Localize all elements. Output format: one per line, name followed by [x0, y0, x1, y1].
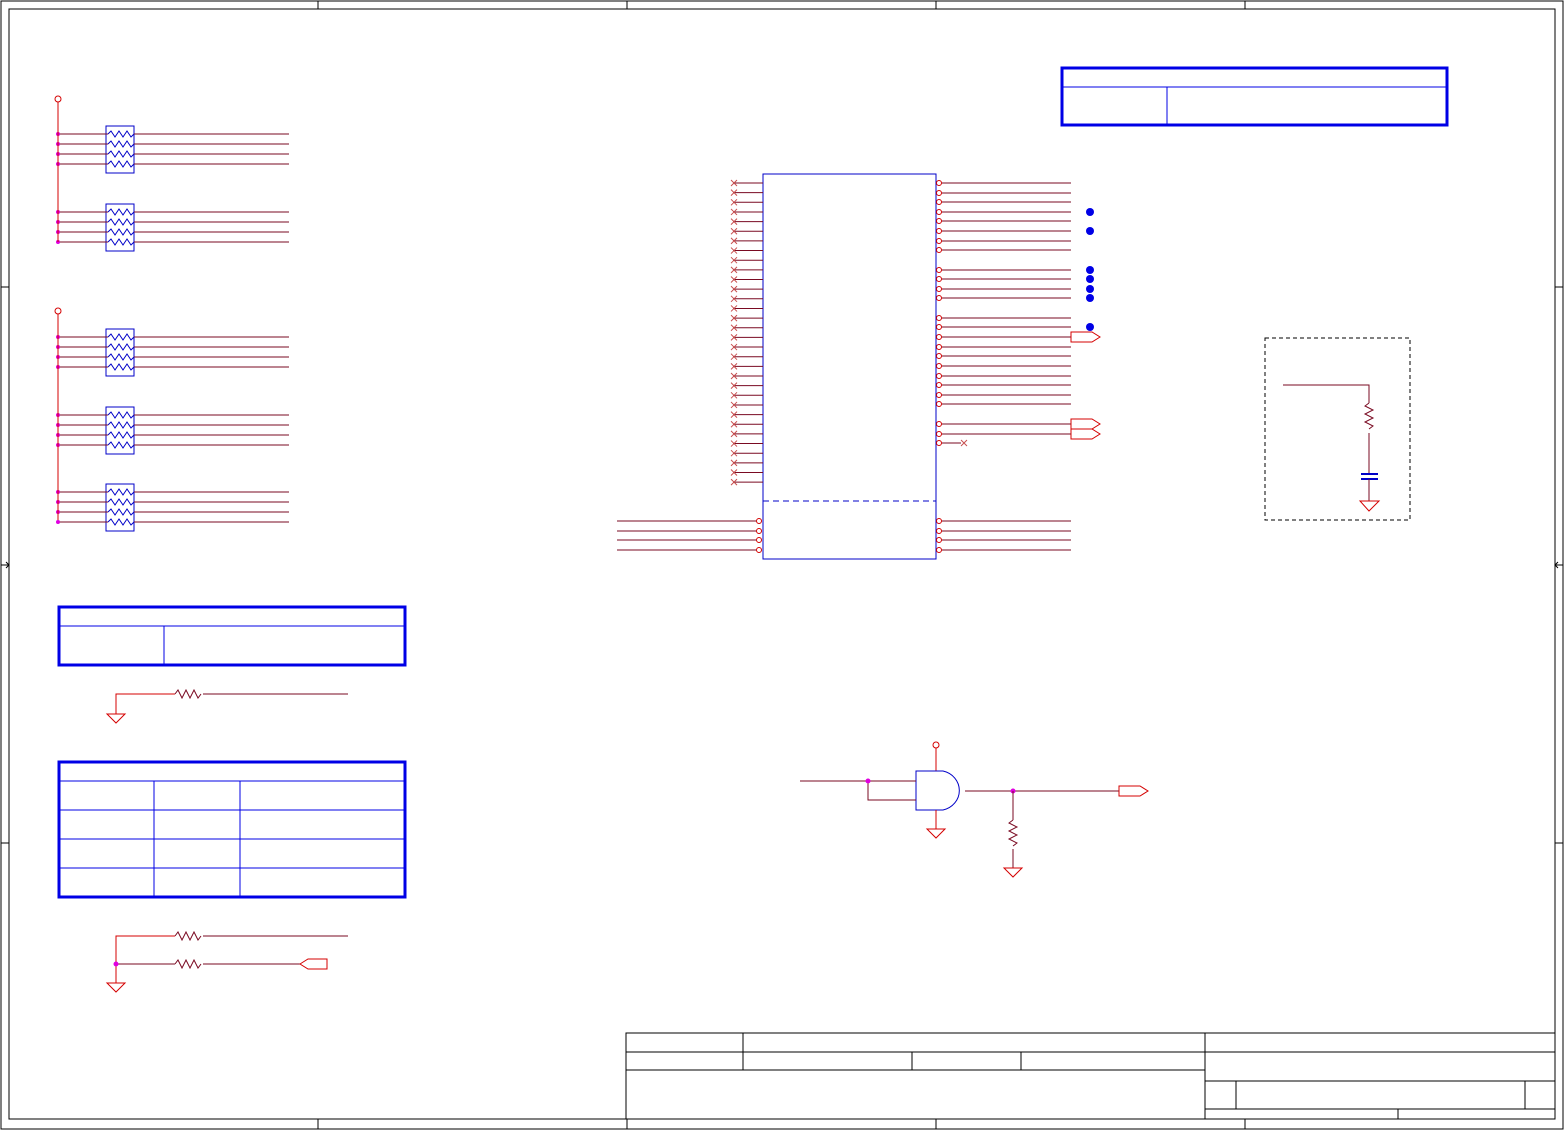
resistor-element: [107, 333, 135, 341]
ic-pin-bubble: [936, 247, 942, 253]
ic-pin-bubble: [936, 295, 942, 301]
resistor-pack: [56, 483, 289, 532]
ic-pin-bubble: [936, 199, 942, 205]
info-table-top-right: [1060, 66, 1449, 127]
ic-pin-bubble: [936, 528, 942, 534]
junction-dot: [56, 520, 60, 524]
ic-pin-bubble: [936, 190, 942, 196]
resistor-element: [107, 518, 135, 526]
pulldown-resistor-1: [105, 688, 348, 724]
resistor-element: [107, 238, 135, 246]
ic-pin-bubble: [936, 267, 942, 273]
config-table-2: [57, 760, 407, 899]
ic-pin-bubble: [936, 401, 942, 407]
ic-pin-bubble: [936, 286, 942, 292]
resistor-pack: [56, 406, 289, 455]
ic-pin-bubble: [936, 238, 942, 244]
resistor-element: [107, 343, 135, 351]
ic-pin-bubble: [936, 334, 942, 340]
main-ic: [762, 173, 937, 560]
optional-rc-block: [1264, 337, 1411, 521]
resistor-element: [107, 150, 135, 158]
ic-pin-bubble: [936, 421, 942, 427]
resistor-element: [107, 160, 135, 168]
resistor-element: [107, 353, 135, 361]
resistor-element: [107, 508, 135, 516]
ic-pin-bubble: [936, 228, 942, 234]
resistor-pack: [56, 125, 289, 174]
resistor-element: [107, 363, 135, 371]
center-arrow-right: [1554, 561, 1561, 569]
ic-pin-bubble: [936, 180, 942, 186]
resistor-element: [107, 431, 135, 439]
power-symbol-top-packs: [54, 95, 62, 242]
strap-resistors: [105, 930, 348, 993]
ic-pin-bubble: [936, 382, 942, 388]
resistor-element: [107, 140, 135, 148]
ic-pin-bubble: [936, 440, 942, 446]
center-arrow-left: [3, 561, 10, 569]
sheet-border: [0, 0, 1564, 1130]
resistor-element: [107, 228, 135, 236]
power-symbol-lower-packs: [54, 307, 62, 520]
title-block: [625, 1032, 1556, 1120]
resistor-packs: [56, 125, 289, 532]
resistor-element: [107, 218, 135, 226]
resistor-element: [107, 488, 135, 496]
resistor-pack: [56, 328, 289, 377]
schematic-sheet: [0, 0, 1564, 1130]
resistor-pack: [56, 203, 289, 252]
ic-right-pins: [936, 180, 1071, 446]
ic-pin-bubble: [936, 373, 942, 379]
no-connect-marker: [960, 439, 968, 447]
ic-offpage-connectors: [1070, 331, 1101, 440]
resistor-element: [107, 421, 135, 429]
ic-pin-bubble: [756, 528, 762, 534]
ic-pin-bubble: [756, 547, 762, 553]
resistor-element: [107, 498, 135, 506]
ic-pin-bubble: [936, 209, 942, 215]
ic-pin-bubble: [936, 315, 942, 321]
ic-pin-bubble: [936, 218, 942, 224]
ic-pin-bubble: [936, 344, 942, 350]
ic-left-unconnected-pins: [730, 179, 763, 486]
ic-pin-bubble: [936, 518, 942, 524]
resistor-element: [107, 130, 135, 138]
test-points: [1086, 208, 1094, 331]
ic-pin-bubble: [936, 324, 942, 330]
resistor-element: [107, 441, 135, 449]
and-gate-circuit: [800, 741, 1149, 878]
ic-pin-bubble: [936, 392, 942, 398]
ic-pin-bubble: [936, 547, 942, 553]
ic-pin-bubble: [936, 353, 942, 359]
config-table-1: [57, 605, 407, 667]
ic-bottom-pins: [617, 518, 1071, 553]
resistor-element: [107, 208, 135, 216]
ic-pin-bubble: [936, 431, 942, 437]
ic-pin-bubble: [936, 276, 942, 282]
ic-pin-bubble: [756, 537, 762, 543]
ic-pin-bubble: [756, 518, 762, 524]
resistor-element: [107, 411, 135, 419]
ic-pin-bubble: [936, 363, 942, 369]
ic-pin-bubble: [936, 537, 942, 543]
